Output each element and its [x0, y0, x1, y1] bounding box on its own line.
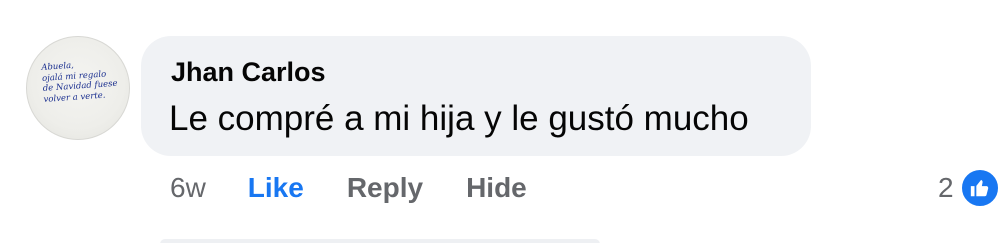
comment: Abuela, ojalá mi regalo de Navidad fuese… — [0, 0, 1000, 243]
reply-button[interactable]: Reply — [347, 172, 423, 204]
comment-actions: 6w Like Reply Hide — [170, 170, 570, 206]
hide-button[interactable]: Hide — [466, 172, 527, 204]
comment-bubble: Jhan Carlos Le compré a mi hija y le gus… — [141, 36, 811, 156]
avatar[interactable]: Abuela, ojalá mi regalo de Navidad fuese… — [26, 36, 130, 140]
thumbs-up-icon — [959, 168, 1000, 208]
reaction-count: 2 — [938, 172, 954, 203]
like-button[interactable]: Like — [248, 172, 304, 204]
comment-timestamp[interactable]: 6w — [170, 172, 206, 204]
comment-author[interactable]: Jhan Carlos — [171, 57, 326, 88]
avatar-handwritten-note: Abuela, ojalá mi regalo de Navidad fuese… — [41, 58, 122, 105]
comment-text: Le compré a mi hija y le gustó mucho — [169, 99, 749, 138]
reaction-summary[interactable]: 2 — [938, 168, 1000, 208]
next-comment-edge — [160, 239, 600, 243]
